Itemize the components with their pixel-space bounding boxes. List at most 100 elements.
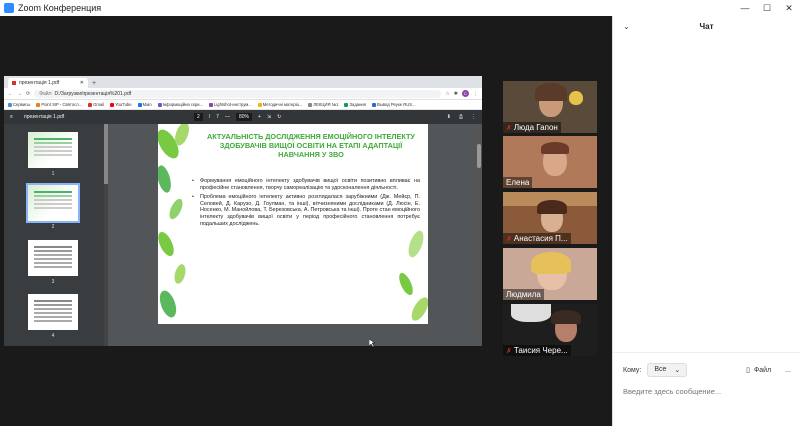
participant-name: ✗ Люда Гапон bbox=[503, 122, 561, 133]
zoom-level[interactable]: 80% bbox=[235, 113, 252, 121]
bookmark-favicon-icon bbox=[157, 102, 162, 107]
pdf-viewer: 1 2 3 4 АКТУАЛЬНІСТЬ ДОСЛІДЖЕННЯ ЕМОЦІЙН… bbox=[4, 124, 482, 346]
address-bar-row: ← → ⟳ Файл D:/Загрузки/презентація%201.p… bbox=[4, 88, 482, 100]
close-tab-icon[interactable]: ✕ bbox=[80, 80, 84, 86]
thumbnail-number: 1 bbox=[51, 171, 55, 177]
bookmark-item[interactable]: Задания bbox=[344, 102, 366, 107]
new-tab-button[interactable]: + bbox=[92, 80, 96, 87]
participant-hair bbox=[531, 252, 571, 274]
fit-page-icon[interactable]: ⇲ bbox=[267, 114, 271, 120]
mic-muted-icon: ✗ bbox=[506, 235, 512, 243]
chat-recipient-row: Кому: Все ⌄ ▯ Файл ... bbox=[613, 353, 800, 377]
close-button[interactable]: ✕ bbox=[778, 3, 800, 14]
chat-title: Чат bbox=[699, 21, 714, 31]
bookmark-label: Main bbox=[142, 102, 152, 107]
recipient-select[interactable]: Все ⌄ bbox=[647, 363, 688, 377]
bookmark-label: ЛЕКЦИЯ №1 bbox=[313, 102, 339, 107]
reload-icon[interactable]: ⟳ bbox=[26, 91, 30, 97]
maximize-button[interactable]: ☐ bbox=[756, 3, 778, 14]
bookmark-label: YouTube bbox=[115, 102, 132, 107]
bookmark-item[interactable]: ЛЕКЦИЯ №1 bbox=[308, 102, 338, 107]
bookmark-item[interactable]: Сервисы bbox=[8, 102, 30, 107]
rotate-icon[interactable]: ↻ bbox=[277, 114, 281, 120]
zoom-out-button[interactable]: — bbox=[225, 114, 230, 120]
bookmark-favicon-icon bbox=[137, 102, 142, 107]
forward-icon[interactable]: → bbox=[17, 91, 22, 97]
thumbnail-number: 3 bbox=[51, 279, 55, 285]
page-separator: / bbox=[208, 114, 211, 120]
bookmark-item[interactable]: Lightshot-инструм... bbox=[209, 102, 252, 107]
bookmark-favicon-icon bbox=[8, 102, 12, 107]
bookmark-label: Lightshot-инструм... bbox=[214, 102, 252, 107]
browser-tab[interactable]: презентація 1.pdf ✕ bbox=[8, 78, 88, 88]
bookmark-item[interactable]: Point SIP - Святосл... bbox=[36, 102, 82, 107]
window-titlebar: Zoom Конференция — ☐ ✕ bbox=[0, 0, 800, 16]
profile-avatar[interactable]: С bbox=[462, 90, 469, 97]
pdf-actions: ⬇ ⎙ ⋮ bbox=[447, 114, 476, 120]
bookmark-favicon-icon bbox=[88, 102, 93, 107]
thumbnail-page-2[interactable] bbox=[26, 183, 80, 223]
file-label: Файл bbox=[39, 90, 52, 97]
bookmark-favicon-icon bbox=[344, 102, 349, 107]
bookmark-label: Gmail bbox=[93, 102, 105, 107]
bookmark-favicon-icon bbox=[257, 102, 262, 107]
address-bar[interactable]: Файл D:/Загрузки/презентація%201.pdf bbox=[34, 89, 442, 98]
bookmark-label: Методичні матеріа... bbox=[262, 102, 303, 107]
pdf-file-name: презентація 1.pdf bbox=[24, 114, 65, 120]
slide-bullet: Проблема емоційного інтелекту активно ро… bbox=[192, 194, 420, 227]
participant-name: Елена bbox=[503, 177, 533, 188]
chat-header: ⌄ Чат bbox=[613, 16, 800, 36]
thumbnail-page-3[interactable] bbox=[28, 240, 78, 276]
thumbnail-sidebar: 1 2 3 4 bbox=[4, 124, 108, 346]
page-number-input[interactable]: 2 bbox=[194, 113, 203, 121]
bookmark-item[interactable]: Main bbox=[137, 102, 152, 107]
participant-video-5[interactable]: ✗ Таисия Чере... bbox=[503, 304, 597, 356]
bookmark-item[interactable]: Інформаційна скри... bbox=[157, 102, 203, 107]
bookmark-item[interactable]: Вывод Реуке RUS... bbox=[372, 102, 416, 107]
chat-panel: ⌄ Чат Кому: Все ⌄ ▯ Файл ... bbox=[612, 16, 800, 426]
star-icon[interactable]: ☆ bbox=[445, 91, 449, 97]
thumbnail-number: 2 bbox=[51, 224, 55, 230]
bookmark-label: Сервисы bbox=[13, 102, 31, 107]
file-label: Файл bbox=[753, 366, 772, 374]
participant-video-2[interactable]: Елена bbox=[503, 136, 597, 188]
file-button[interactable]: ▯ Файл bbox=[746, 366, 772, 375]
slide-bullet: Формування емоційного інтелекту здобувач… bbox=[192, 178, 420, 191]
more-options-icon[interactable]: ... bbox=[785, 367, 791, 374]
participant-video-1[interactable]: ✗ Люда Гапон bbox=[503, 81, 597, 133]
bookmark-item[interactable]: YouTube bbox=[110, 102, 132, 107]
bookmark-item[interactable]: Gmail bbox=[88, 102, 104, 107]
print-icon[interactable]: ⎙ bbox=[459, 114, 463, 120]
pdf-page-controls: 2 / 7 — 80% + ⇲ ↻ bbox=[194, 113, 281, 121]
menu-icon[interactable]: ≡ bbox=[10, 114, 20, 120]
participant-video-4[interactable]: Людмила bbox=[503, 248, 597, 300]
participant-video-3[interactable]: ✗ Анастасия П... bbox=[503, 192, 597, 244]
shared-screen[interactable]: презентація 1.pdf ✕ + ← → ⟳ Файл D:/Загр… bbox=[4, 76, 482, 346]
participant-name: ✗ Таисия Чере... bbox=[503, 345, 571, 356]
bookmark-item[interactable]: Методичні матеріа... bbox=[257, 102, 303, 107]
zoom-in-button[interactable]: + bbox=[258, 114, 261, 120]
chat-message-input[interactable] bbox=[623, 387, 791, 396]
extensions-icon[interactable]: ✱ bbox=[454, 91, 458, 97]
pdf-page: АКТУАЛЬНІСТЬ ДОСЛІДЖЕННЯ ЕМОЦІЙНОГО ІНТЕ… bbox=[158, 124, 428, 324]
mic-muted-icon: ✗ bbox=[506, 124, 512, 132]
minimize-button[interactable]: — bbox=[734, 3, 756, 14]
browser-tabbar: презентація 1.pdf ✕ + bbox=[4, 76, 482, 88]
background-lamp bbox=[511, 304, 551, 322]
thumbnail-page-1[interactable] bbox=[28, 132, 78, 168]
pdf-scrollbar[interactable] bbox=[476, 124, 482, 346]
back-icon[interactable]: ← bbox=[8, 91, 13, 97]
download-icon[interactable]: ⬇ bbox=[447, 114, 451, 120]
thumbnail-page-4[interactable] bbox=[28, 294, 78, 330]
thumbnail-scrollbar[interactable] bbox=[104, 124, 108, 346]
bookmark-label: Point SIP - Святосл... bbox=[41, 102, 83, 107]
page-total: 7 bbox=[216, 114, 219, 120]
bookmark-favicon-icon bbox=[209, 102, 213, 107]
more-icon[interactable]: ⋮ bbox=[471, 114, 476, 120]
bookmark-favicon-icon bbox=[372, 102, 377, 107]
browser-menu-icon[interactable]: ⋮ bbox=[473, 91, 478, 97]
tab-title: презентація 1.pdf bbox=[19, 80, 60, 86]
participant-hair bbox=[541, 142, 569, 154]
mouse-cursor-icon bbox=[369, 339, 375, 347]
chevron-down-icon[interactable]: ⌄ bbox=[623, 22, 630, 31]
